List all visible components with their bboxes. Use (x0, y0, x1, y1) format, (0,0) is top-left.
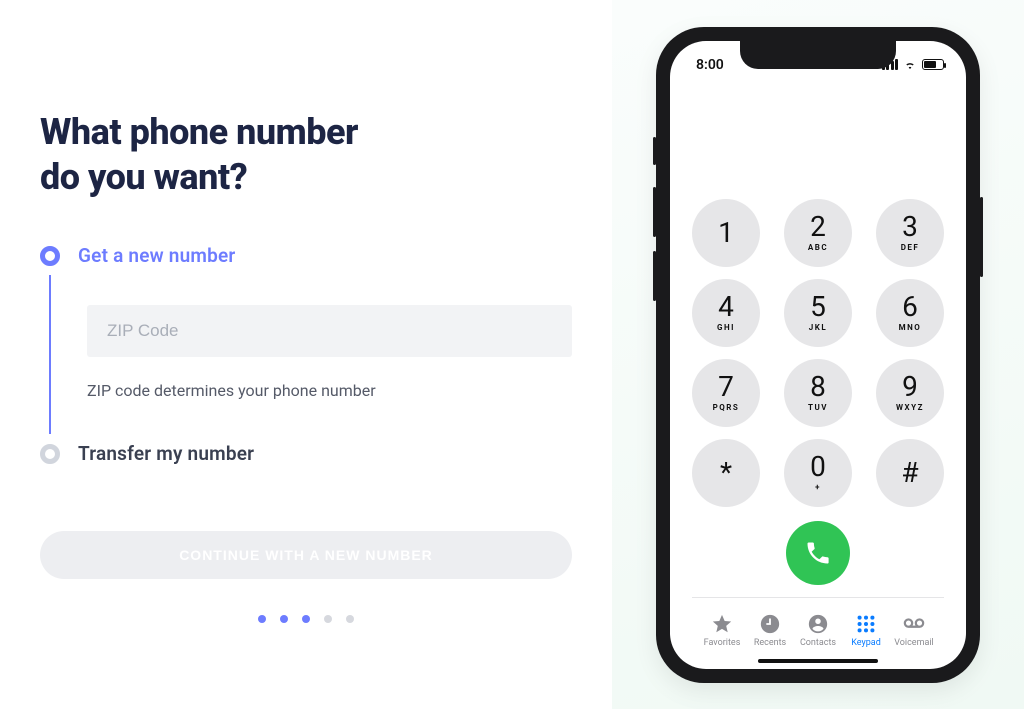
progress-dot (302, 615, 310, 623)
keypad-key-number: 0 (810, 453, 826, 481)
keypad-key-number: 3 (902, 213, 918, 241)
tab-recents[interactable]: Recents (746, 613, 794, 648)
keypad-key-2[interactable]: 2 ABC (784, 199, 852, 267)
tab-voicemail[interactable]: Voicemail (890, 613, 938, 648)
keypad-key-9[interactable]: 9 WXYZ (876, 359, 944, 427)
call-button[interactable] (786, 521, 850, 585)
keypad-key-sub: JKL (809, 323, 827, 332)
option-transfer-number[interactable]: Transfer my number (40, 442, 572, 465)
phone-side-button (653, 251, 656, 301)
keypad-key-sub: + (815, 483, 821, 492)
tab-label: Contacts (800, 638, 836, 648)
form-panel: What phone number do you want? Get a new… (0, 0, 612, 709)
favorites-icon (711, 613, 733, 635)
keypad-key-8[interactable]: 8 TUV (784, 359, 852, 427)
radio-unselected-icon (40, 444, 60, 464)
keypad-key-5[interactable]: 5 JKL (784, 279, 852, 347)
tab-label: Keypad (851, 638, 881, 648)
keypad-key-6[interactable]: 6 MNO (876, 279, 944, 347)
keypad-key-number: 7 (718, 373, 734, 401)
progress-dot (324, 615, 332, 623)
page-title: What phone number do you want? (40, 110, 572, 200)
keypad-key-number: # (901, 459, 918, 487)
keypad-key-number: 8 (810, 373, 826, 401)
keypad-key-number: 4 (718, 293, 734, 321)
keypad-key-#[interactable]: # (876, 439, 944, 507)
battery-icon (922, 59, 944, 70)
phone-notch (740, 41, 896, 69)
tab-contacts[interactable]: Contacts (794, 613, 842, 648)
keypad-key-number: 6 (902, 293, 918, 321)
keypad-area: 12ABC3DEF4GHI5JKL6MNO7PQRS8TUV9WXYZ*0+# … (670, 83, 966, 669)
heading-line-2: do you want? (40, 156, 247, 198)
keypad-grid: 12ABC3DEF4GHI5JKL6MNO7PQRS8TUV9WXYZ*0+# (692, 199, 944, 507)
heading-line-1: What phone number (40, 111, 358, 153)
tab-label: Voicemail (894, 638, 934, 648)
keypad-key-4[interactable]: 4 GHI (692, 279, 760, 347)
status-time: 8:00 (696, 57, 724, 73)
tab-label: Favorites (704, 638, 741, 648)
keypad-key-sub: TUV (808, 403, 828, 412)
keypad-key-3[interactable]: 3 DEF (876, 199, 944, 267)
keypad-key-1[interactable]: 1 (692, 199, 760, 267)
phone-frame: 8:00 1 2 ABC 3 DEF 4 GHI 5 JKL 6 MNO 7 PQRS 8 TUV 9 WXYZ… (656, 27, 980, 683)
progress-dot (258, 615, 266, 623)
continue-button[interactable]: CONTINUE WITH A NEW NUMBER (40, 531, 572, 579)
tab-bar: Favorites Recents Contacts Keypad Voicemail (692, 597, 944, 659)
progress-dots (40, 615, 572, 623)
phone-side-button (980, 197, 983, 277)
option-body: ZIP code determines your phone number (49, 275, 572, 434)
keypad-key-sub: PQRS (713, 403, 740, 412)
keypad-key-number: * (720, 459, 732, 487)
tab-keypad[interactable]: Keypad (842, 613, 890, 648)
option-transfer-number-label: Transfer my number (78, 442, 254, 465)
zip-code-input[interactable] (87, 305, 572, 357)
option-get-new-number[interactable]: Get a new number (40, 244, 572, 267)
tab-favorites[interactable]: Favorites (698, 613, 746, 648)
progress-dot (280, 615, 288, 623)
option-get-new-number-label: Get a new number (78, 244, 235, 267)
tab-label: Recents (754, 638, 786, 648)
keypad-key-sub: MNO (899, 323, 922, 332)
wifi-icon (903, 59, 917, 70)
home-indicator (758, 659, 878, 663)
illustration-panel: 8:00 1 2 ABC 3 DEF 4 GHI 5 JKL 6 MNO 7 PQRS 8 TUV 9 WXYZ… (612, 0, 1024, 709)
keypad-icon (855, 613, 877, 635)
radio-selected-icon (40, 246, 60, 266)
keypad-key-number: 2 (810, 213, 826, 241)
keypad-key-7[interactable]: 7 PQRS (692, 359, 760, 427)
keypad-key-number: 1 (718, 219, 734, 247)
progress-dot (346, 615, 354, 623)
keypad-key-sub: ABC (808, 243, 828, 252)
phone-screen: 8:00 1 2 ABC 3 DEF 4 GHI 5 JKL 6 MNO 7 PQRS 8 TUV 9 WXYZ… (670, 41, 966, 669)
zip-hint: ZIP code determines your phone number (87, 381, 572, 400)
phone-icon (804, 539, 832, 567)
call-row (692, 521, 944, 585)
keypad-key-number: 5 (810, 293, 826, 321)
phone-side-button (653, 187, 656, 237)
keypad-key-sub: GHI (717, 323, 735, 332)
voicemail-icon (903, 613, 925, 635)
keypad-key-number: 9 (902, 373, 918, 401)
keypad-key-sub: WXYZ (896, 403, 924, 412)
keypad-key-sub: DEF (901, 243, 920, 252)
phone-side-button (653, 137, 656, 165)
recents-icon (759, 613, 781, 635)
keypad-key-*[interactable]: * (692, 439, 760, 507)
contacts-icon (807, 613, 829, 635)
keypad-key-0[interactable]: 0+ (784, 439, 852, 507)
